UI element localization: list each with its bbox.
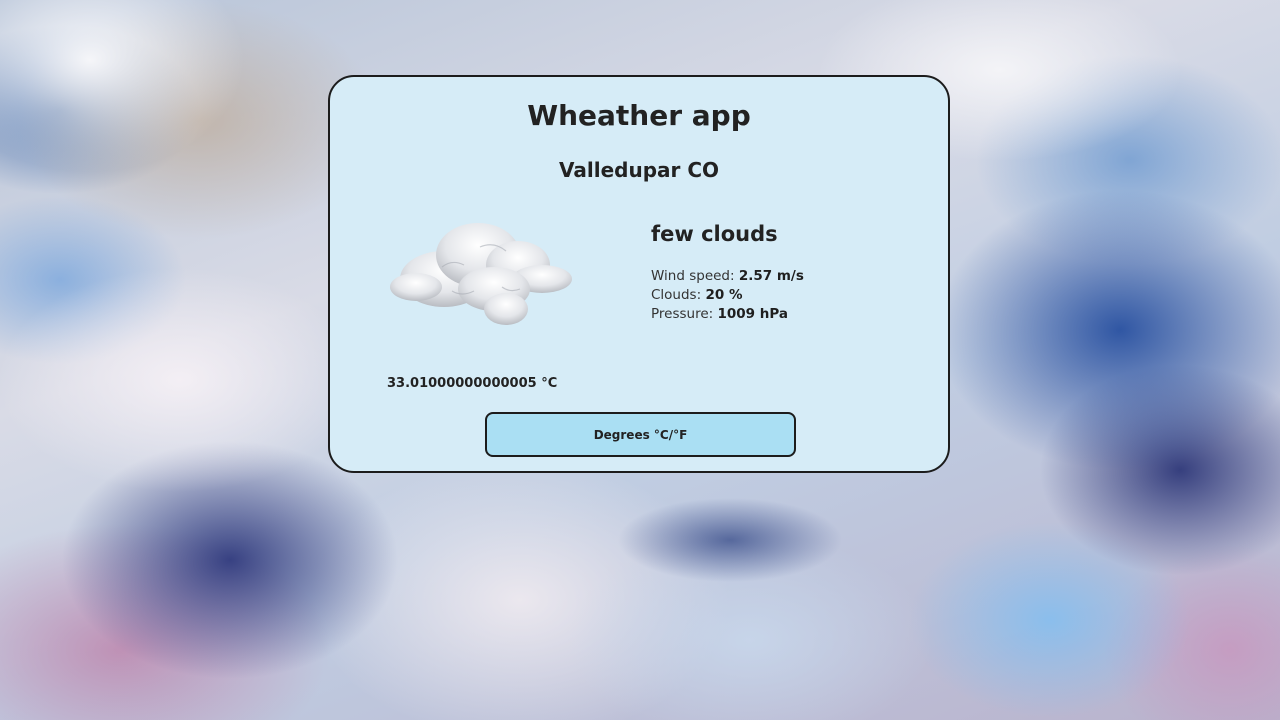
wind-speed-value: 2.57 m/s — [738, 268, 804, 284]
degrees-toggle-button[interactable]: Degrees °C/°F — [485, 412, 796, 457]
wind-speed-row: Wind speed: 2.57 m/s — [651, 267, 804, 286]
pressure-row: Pressure: 1009 hPa — [651, 305, 804, 324]
weather-stats: Wind speed: 2.57 m/s Clouds: 20 % Pressu… — [651, 267, 804, 324]
few-clouds-icon — [390, 223, 572, 325]
clouds-row: Clouds: 20 % — [651, 286, 804, 305]
clouds-label: Clouds: — [651, 287, 702, 303]
pressure-label: Pressure: — [651, 306, 714, 322]
weather-card: Wheather app Valledupar CO few clouds Wi… — [328, 75, 950, 473]
clouds-value: 20 % — [705, 287, 743, 303]
temperature-value: 33.01000000000005 °C — [387, 376, 558, 391]
pressure-value: 1009 hPa — [717, 306, 789, 322]
app-title: Wheather app — [527, 99, 751, 132]
weather-description: few clouds — [651, 222, 778, 246]
city-name: Valledupar CO — [558, 158, 720, 182]
wind-speed-label: Wind speed: — [651, 268, 735, 284]
